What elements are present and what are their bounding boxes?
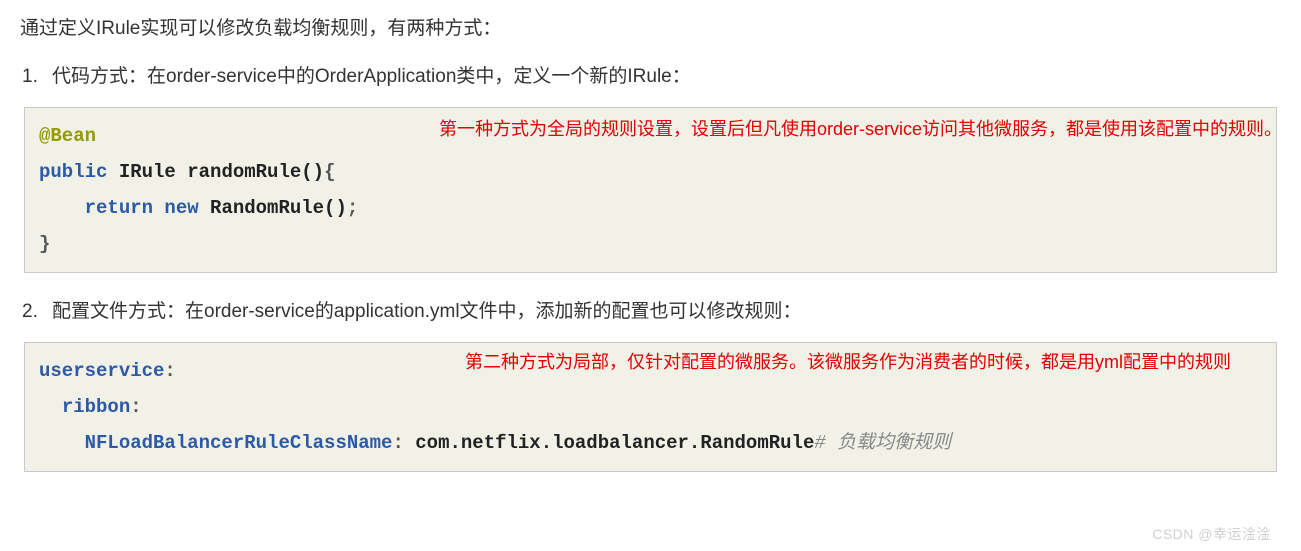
key-nflb: NFLoadBalancerRuleClassName: [85, 432, 393, 454]
list-item-1: 1. 代码方式：在order-service中的OrderApplication…: [20, 62, 1281, 92]
code1-line4: }: [39, 226, 1262, 262]
brace-close: }: [39, 233, 50, 255]
watermark: CSDN @幸运淦淦: [1152, 523, 1271, 545]
code1-line2: public IRule randomRule(){: [39, 154, 1262, 190]
colon-2: :: [130, 396, 141, 418]
list-1-number: 1.: [20, 62, 52, 92]
key-ribbon: ribbon: [62, 396, 130, 418]
code-block-1: 第一种方式为全局的规则设置，设置后但凡使用order-service访问其他微服…: [24, 107, 1277, 273]
code2-line2: ribbon:: [39, 389, 1262, 425]
kw-public: public: [39, 161, 107, 183]
kw-new: new: [153, 197, 199, 219]
semi: ;: [347, 197, 358, 219]
key-userservice: userservice: [39, 360, 164, 382]
annotation-note-1: 第一种方式为全局的规则设置，设置后但凡使用order-service访问其他微服…: [439, 116, 1289, 144]
list-item-2: 2. 配置文件方式：在order-service的application.yml…: [20, 297, 1281, 327]
code1-line3: return new RandomRule();: [39, 190, 1262, 226]
list-2-number: 2.: [20, 297, 52, 327]
yaml-comment: # 负载均衡规则: [814, 432, 951, 454]
colon-3: :: [392, 432, 403, 454]
brace-open: {: [324, 161, 335, 183]
intro-text: 通过定义IRule实现可以修改负载均衡规则，有两种方式：: [20, 14, 1281, 44]
list-1-text: 代码方式：在order-service中的OrderApplication类中，…: [52, 62, 691, 92]
code2-line3: NFLoadBalancerRuleClassName: com.netflix…: [39, 425, 1262, 461]
code-block-2: 第二种方式为局部，仅针对配置的微服务。该微服务作为消费者的时候，都是用yml配置…: [24, 342, 1277, 472]
bean-annotation: @Bean: [39, 125, 96, 147]
code1-sig: IRule randomRule(): [107, 161, 324, 183]
list-2-text: 配置文件方式：在order-service的application.yml文件中…: [52, 297, 802, 327]
colon-1: :: [164, 360, 175, 382]
code1-call: RandomRule(): [199, 197, 347, 219]
annotation-note-2: 第二种方式为局部，仅针对配置的微服务。该微服务作为消费者的时候，都是用yml配置…: [465, 349, 1301, 377]
kw-return: return: [85, 197, 153, 219]
yaml-value: com.netflix.loadbalancer.RandomRule: [404, 432, 814, 454]
